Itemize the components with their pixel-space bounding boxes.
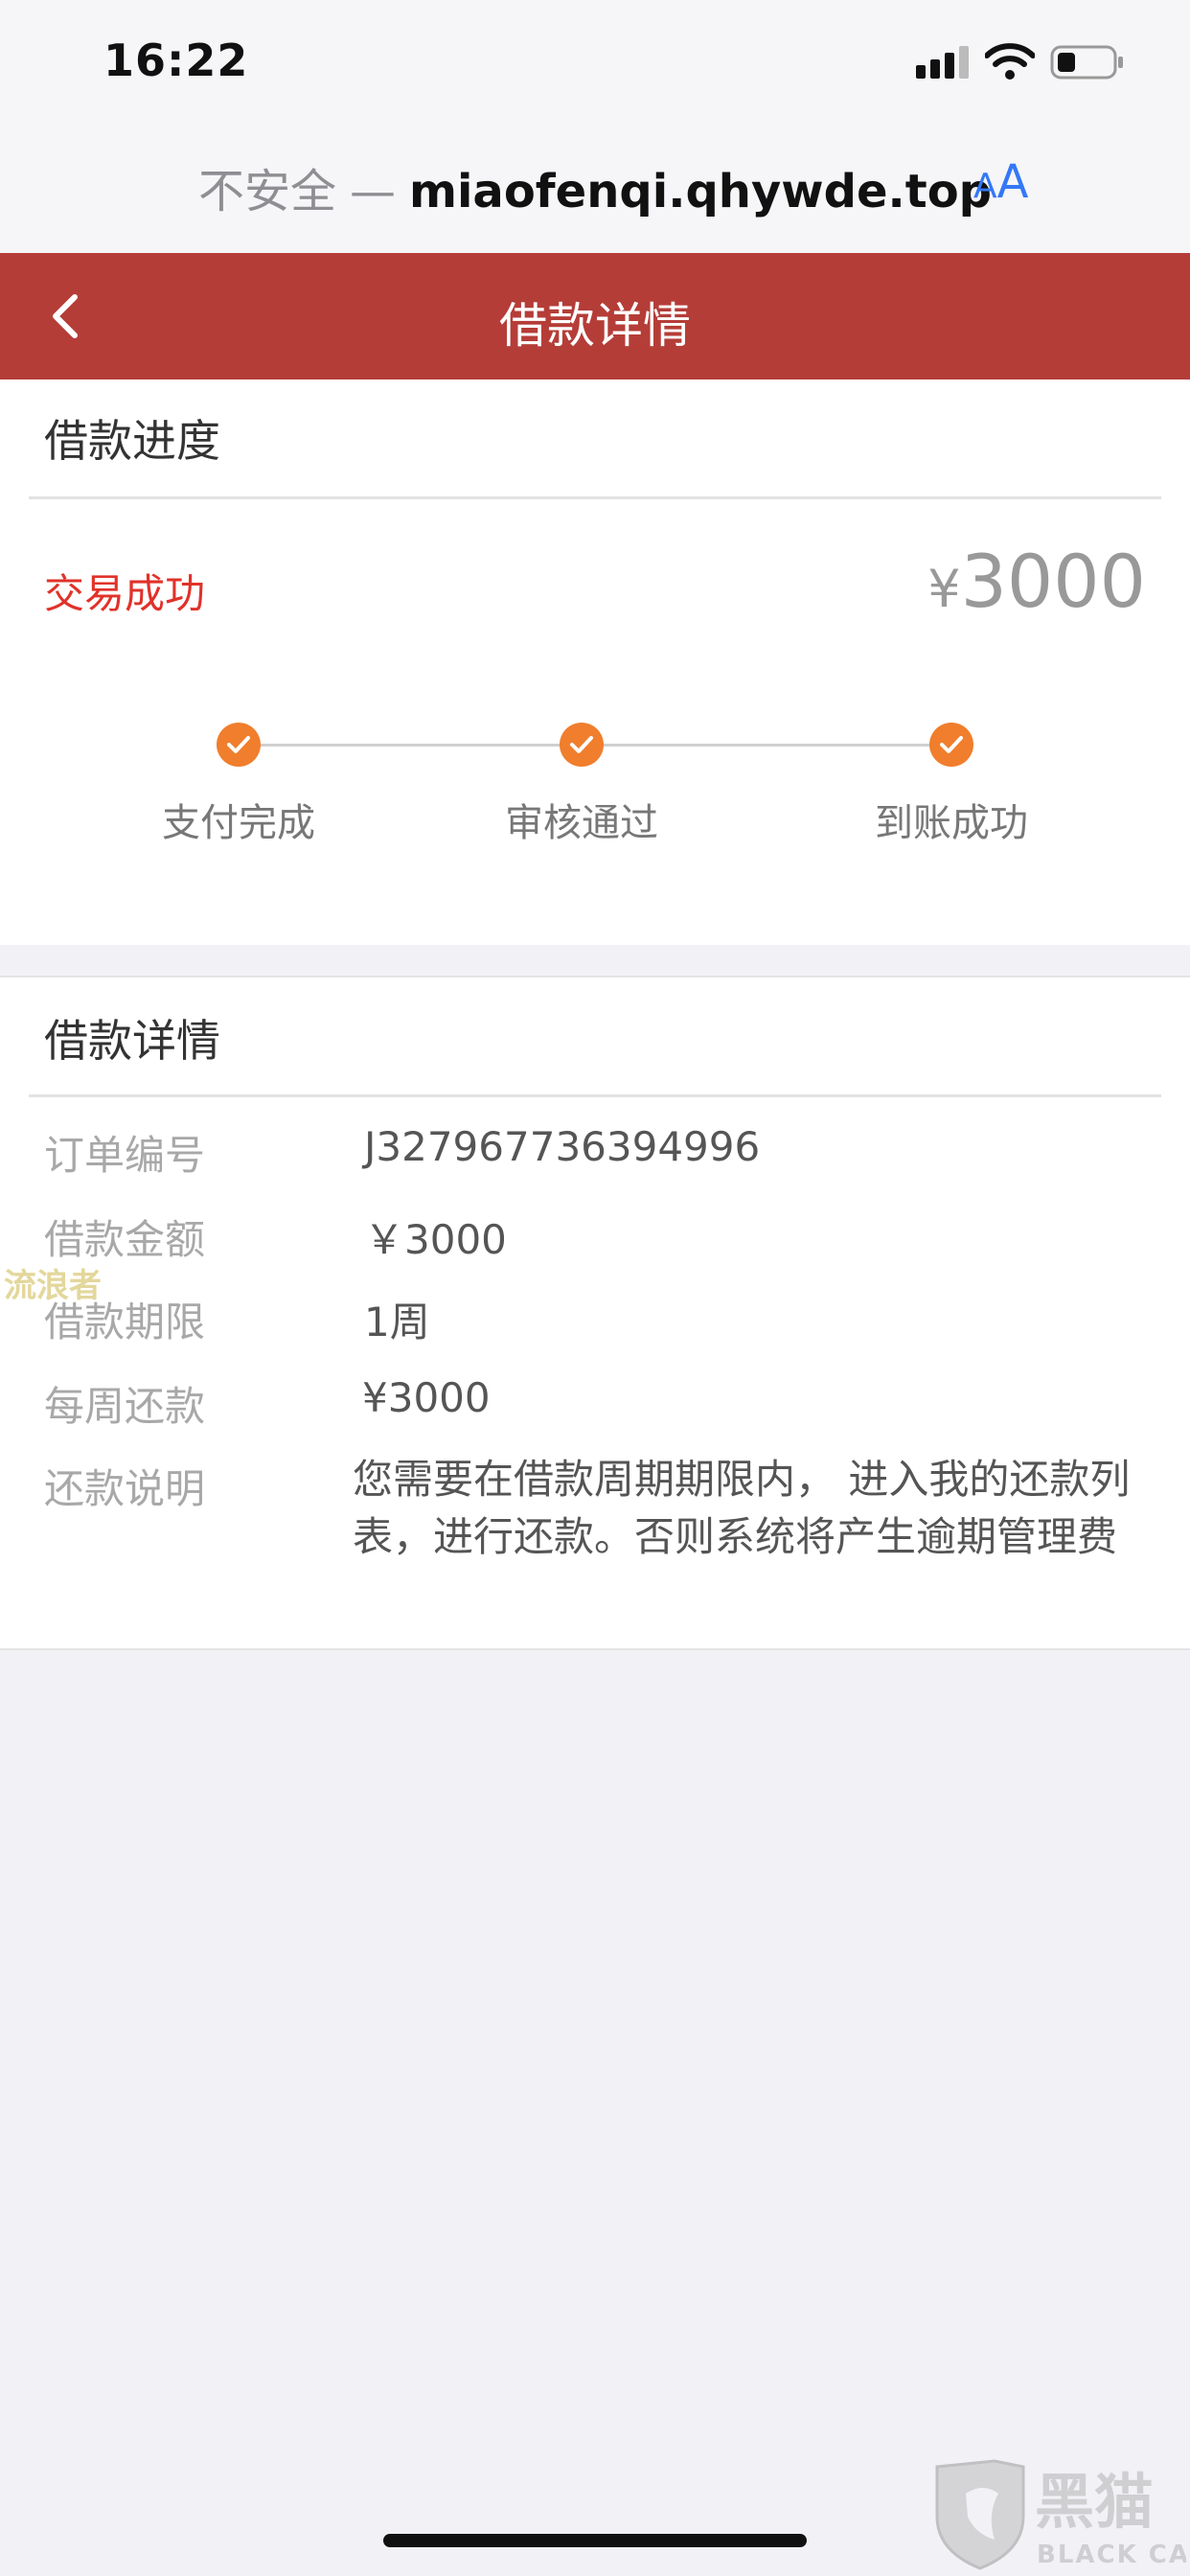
amount-value: 3000 [960, 539, 1146, 624]
step-check-icon [560, 723, 604, 767]
weekly-repayment-value: ¥3000 [362, 1374, 491, 1421]
text-size-button[interactable]: AA [973, 155, 1028, 209]
page-title: 借款详情 [499, 298, 691, 354]
svg-text:黑猫: 黑猫 [1035, 2467, 1154, 2537]
wifi-icon [985, 43, 1035, 80]
blackcat-logo: 黑猫 BLACK CAT [935, 2459, 1186, 2570]
order-number-value: J327967736394996 [364, 1123, 761, 1170]
progress-card: 借款进度 交易成功 ¥3000 支付完成 审核通过 到账成功 [0, 380, 1190, 945]
url-separator: — [349, 165, 396, 218]
loan-amount: ¥3000 [927, 539, 1146, 624]
details-card: 借款详情 订单编号 J327967736394996 借款金额 ￥3000 借款… [0, 976, 1190, 1650]
order-number-label: 订单编号 [44, 1132, 206, 1179]
step-check-icon [217, 723, 261, 767]
divider [29, 496, 1161, 499]
repayment-note-value: 您需要在借款周期期限内， 进入我的还款列表，进行还款。否则系统将产生逾期管理费 [353, 1456, 1131, 1560]
status-time: 16:22 [103, 34, 249, 86]
step-label-paid: 支付完成 [162, 801, 315, 845]
aa-small-letter: A [973, 167, 997, 206]
loan-amount-value: ￥3000 [364, 1216, 507, 1263]
url-bar[interactable]: 不安全 — miaofenqi.qhywde.top AA [0, 125, 1190, 253]
details-section-title: 借款详情 [44, 1015, 220, 1067]
step-label-reviewed: 审核通过 [505, 801, 658, 845]
watermark-text: 流浪者 [4, 1267, 102, 1305]
aa-large-letter: A [996, 155, 1029, 209]
currency-symbol: ¥ [927, 559, 961, 619]
svg-text:BLACK CAT: BLACK CAT [1037, 2541, 1186, 2569]
divider [29, 1094, 1161, 1097]
transaction-status: 交易成功 [44, 570, 206, 617]
page-header: 借款详情 [0, 253, 1190, 380]
progress-section-title: 借款进度 [44, 415, 220, 467]
step-label-received: 到账成功 [875, 801, 1028, 845]
step-check-icon [929, 723, 973, 767]
url-host[interactable]: miaofenqi.qhywde.top [409, 165, 992, 218]
signal-icon [916, 46, 969, 79]
loan-term-value: 1周 [364, 1299, 430, 1346]
status-bar: 16:22 [0, 0, 1190, 125]
not-secure-label: 不安全 [197, 165, 336, 218]
repayment-note-label: 还款说明 [44, 1465, 206, 1512]
battery-icon [1050, 45, 1123, 80]
weekly-repayment-label: 每周还款 [44, 1383, 206, 1430]
loan-amount-label: 借款金额 [44, 1216, 206, 1263]
home-indicator[interactable] [383, 2534, 807, 2547]
